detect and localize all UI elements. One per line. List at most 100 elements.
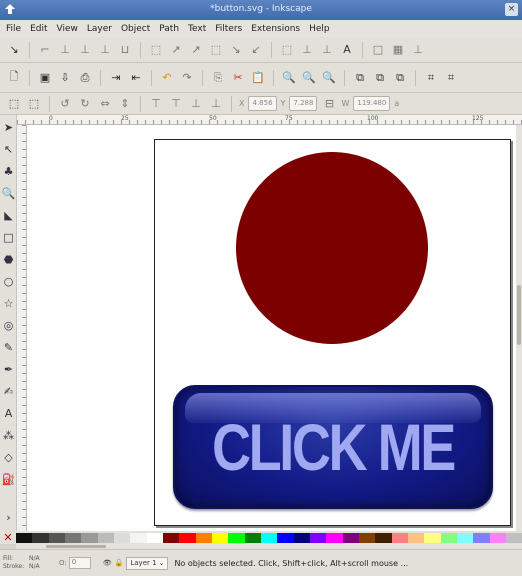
- lock-icon[interactable]: ⊟: [321, 96, 337, 112]
- pencil-tool-icon[interactable]: ✎: [1, 340, 16, 355]
- palette-swatch[interactable]: [48, 532, 65, 543]
- palette-swatch[interactable]: [260, 532, 278, 543]
- save-icon[interactable]: ▣: [37, 70, 53, 86]
- canvas-vertical-scrollbar[interactable]: [516, 125, 522, 531]
- palette-swatch[interactable]: [424, 532, 441, 543]
- menu-object[interactable]: Object: [121, 24, 150, 34]
- fill-value[interactable]: N/A: [29, 555, 59, 563]
- redo-icon[interactable]: ↷: [179, 70, 195, 86]
- palette-swatch[interactable]: [113, 532, 131, 543]
- star-tool-icon[interactable]: ☆: [1, 296, 16, 311]
- palette-swatch[interactable]: [16, 532, 33, 543]
- menu-layer[interactable]: Layer: [87, 24, 112, 34]
- zoom-tool-icon[interactable]: 🔍: [1, 186, 16, 201]
- layer-lock-icon[interactable]: 🔓: [115, 559, 124, 567]
- text-tool-icon[interactable]: A: [1, 406, 16, 421]
- menu-path[interactable]: Path: [159, 24, 179, 34]
- palette-swatch[interactable]: [162, 532, 180, 543]
- zoom-selection-icon[interactable]: 🔍: [281, 70, 297, 86]
- ungroup-icon[interactable]: ⌗: [443, 70, 459, 86]
- palette-scrollbar-thumb[interactable]: [46, 545, 106, 548]
- rotate-ccw-icon[interactable]: ↺: [57, 96, 73, 112]
- snap-text-baseline-icon[interactable]: ⊥: [319, 42, 335, 58]
- palette-swatch[interactable]: [195, 532, 212, 543]
- zoom-page-icon[interactable]: 🔍: [321, 70, 337, 86]
- snap-page-icon[interactable]: □: [370, 42, 386, 58]
- cut-icon[interactable]: ✂: [230, 70, 246, 86]
- palette-swatch[interactable]: [326, 532, 343, 543]
- rotate-cw-icon[interactable]: ↻: [77, 96, 93, 112]
- palette-swatch[interactable]: [97, 532, 114, 543]
- snap-bbox-edge-icon[interactable]: ⊥: [57, 42, 73, 58]
- menu-text[interactable]: Text: [188, 24, 206, 34]
- x-input[interactable]: 4.856: [248, 96, 277, 111]
- palette-swatch[interactable]: [244, 532, 261, 543]
- close-window-button[interactable]: ×: [505, 3, 518, 16]
- node-tool-icon[interactable]: ↖: [1, 142, 16, 157]
- snap-bbox-midpoint-icon[interactable]: ⊥: [97, 42, 113, 58]
- more-tools-chevron-icon[interactable]: ›: [1, 510, 16, 525]
- raise-icon[interactable]: ⊤: [168, 96, 184, 112]
- tweak-tool-icon[interactable]: ♣: [1, 164, 16, 179]
- menu-view[interactable]: View: [57, 24, 78, 34]
- snap-toggle-icon[interactable]: ↘: [6, 42, 22, 58]
- palette-swatch[interactable]: [407, 532, 425, 543]
- raise-to-top-icon[interactable]: ⊤: [148, 96, 164, 112]
- eraser-tool-icon[interactable]: ◇: [1, 450, 16, 465]
- lower-icon[interactable]: ⊥: [188, 96, 204, 112]
- palette-swatch[interactable]: [130, 532, 147, 543]
- snap-intersection-icon[interactable]: ↗: [188, 42, 204, 58]
- palette-swatch[interactable]: [146, 532, 163, 543]
- menu-extensions[interactable]: Extensions: [251, 24, 300, 34]
- duplicate-icon[interactable]: ⧉: [352, 70, 368, 86]
- palette-swatch[interactable]: [456, 532, 474, 543]
- flip-horizontal-icon[interactable]: ⇔: [97, 96, 113, 112]
- undo-icon[interactable]: ↶: [159, 70, 175, 86]
- layer-visibility-icon[interactable]: 👁: [103, 559, 112, 567]
- palette-swatch[interactable]: [473, 532, 490, 543]
- red-circle-shape[interactable]: [236, 152, 428, 344]
- snap-rotation-icon[interactable]: ⊥: [299, 42, 315, 58]
- snap-cusp-icon[interactable]: ⬚: [208, 42, 224, 58]
- unlink-clone-icon[interactable]: ⧉: [392, 70, 408, 86]
- scrollbar-thumb[interactable]: [517, 285, 521, 345]
- palette-swatch[interactable]: [309, 532, 327, 543]
- select-all-icon[interactable]: ⬚: [6, 96, 22, 112]
- snap-bbox-icon[interactable]: ⌐: [37, 42, 53, 58]
- snap-bbox-corner-icon[interactable]: ⊥: [77, 42, 93, 58]
- group-icon[interactable]: ⌗: [423, 70, 439, 86]
- menu-edit[interactable]: Edit: [30, 24, 47, 34]
- spray-tool-icon[interactable]: ⁂: [1, 428, 16, 443]
- palette-swatch[interactable]: [179, 532, 196, 543]
- 3d-box-tool-icon[interactable]: ⬣: [1, 252, 16, 267]
- snap-grid-icon[interactable]: ▦: [390, 42, 406, 58]
- paste-icon[interactable]: 📋: [250, 70, 266, 86]
- layer-select[interactable]: Layer 1 ⌄: [126, 556, 169, 570]
- snap-smooth-icon[interactable]: ↘: [228, 42, 244, 58]
- palette-swatch[interactable]: [375, 532, 392, 543]
- new-document-icon[interactable]: 🗋: [6, 70, 22, 86]
- snap-guide-icon[interactable]: ⊥: [410, 42, 426, 58]
- snap-nodes-icon[interactable]: ⬚: [148, 42, 164, 58]
- clone-icon[interactable]: ⧉: [372, 70, 388, 86]
- palette-swatch[interactable]: [64, 532, 82, 543]
- flip-vertical-icon[interactable]: ⇕: [117, 96, 133, 112]
- palette-swatch[interactable]: [211, 532, 229, 543]
- paint-bucket-tool-icon[interactable]: ⛽: [1, 472, 16, 487]
- snap-center-icon[interactable]: ⬚: [279, 42, 295, 58]
- ellipse-tool-icon[interactable]: ○: [1, 274, 16, 289]
- stroke-value[interactable]: N/A: [29, 563, 59, 571]
- palette-swatch[interactable]: [277, 532, 294, 543]
- y-input[interactable]: 7.288: [289, 96, 318, 111]
- measure-tool-icon[interactable]: ◣: [1, 208, 16, 223]
- palette-swatch[interactable]: [342, 532, 359, 543]
- copy-icon[interactable]: ⎘: [210, 70, 226, 86]
- opacity-input[interactable]: 0: [68, 557, 91, 569]
- zoom-drawing-icon[interactable]: 🔍: [301, 70, 317, 86]
- palette-swatch[interactable]: [505, 532, 522, 543]
- select-all-layers-icon[interactable]: ⬚: [26, 96, 42, 112]
- click-me-button-shape[interactable]: CLICK ME: [173, 385, 493, 509]
- palette-swatch[interactable]: [489, 532, 506, 543]
- snap-path-icon[interactable]: ↗: [168, 42, 184, 58]
- palette-swatch[interactable]: [81, 532, 98, 543]
